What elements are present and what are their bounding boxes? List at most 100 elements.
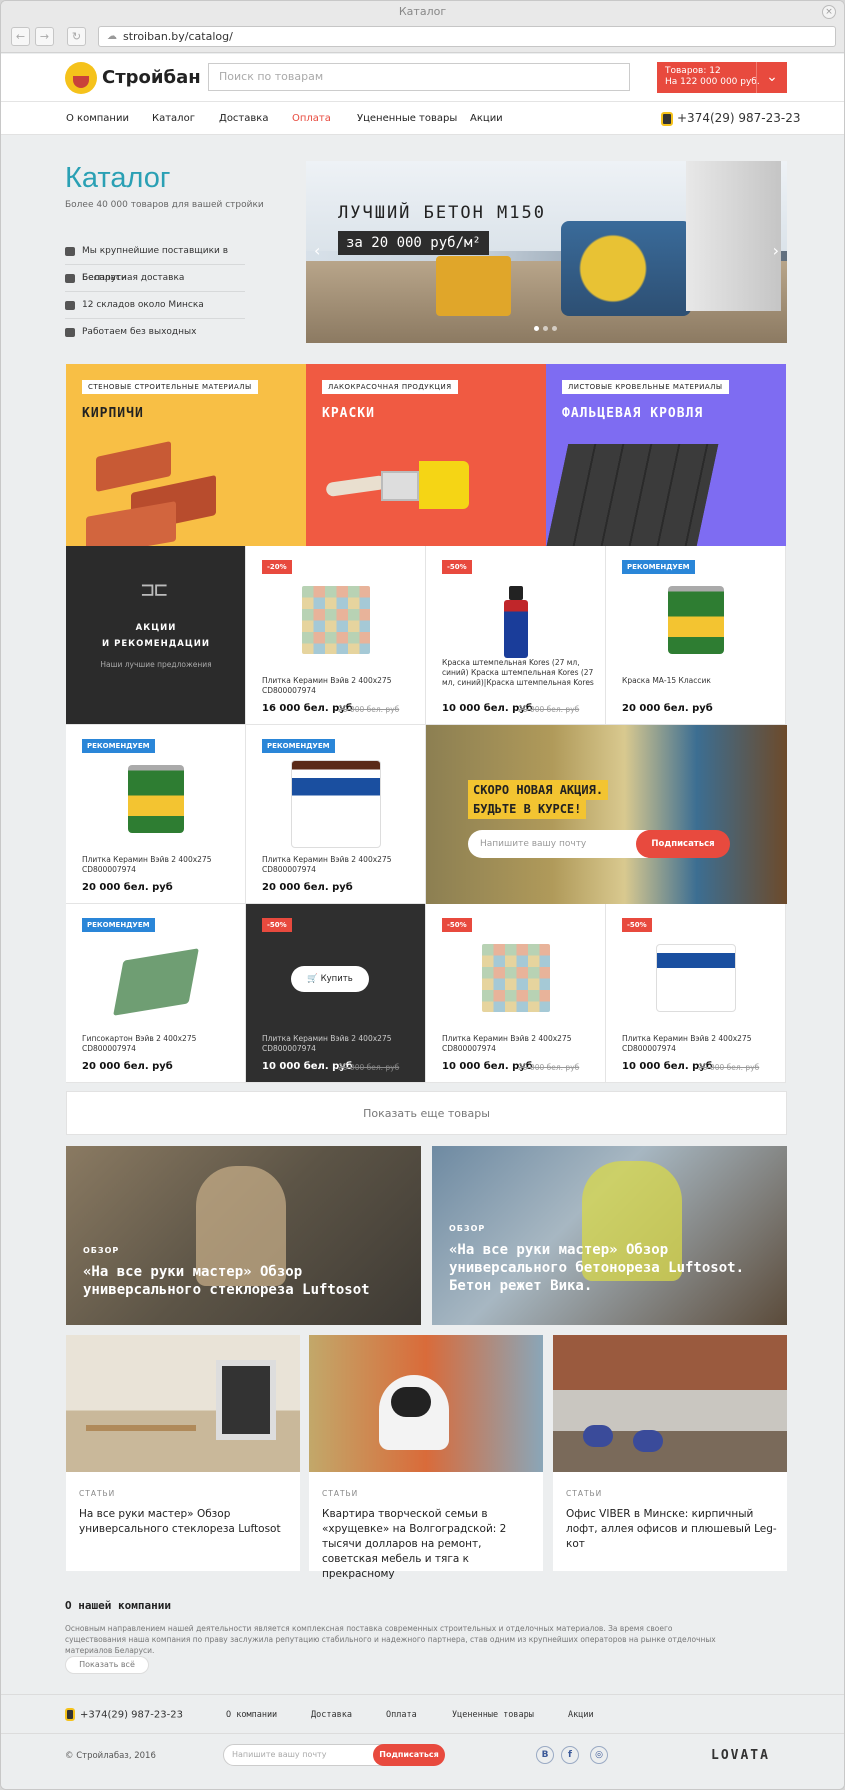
window-titlebar: Каталог × <box>1 1 844 23</box>
footer-email-input[interactable]: Напишите вашу почту <box>223 1744 383 1766</box>
address-bar[interactable]: ☁ stroiban.by/catalog/ <box>98 26 836 47</box>
product-card[interactable]: -50% 🛒 Купить Плитка Керамин Вэйв 2 400х… <box>246 904 426 1083</box>
subscribe-email-input[interactable]: Напишите вашу почту <box>468 830 648 858</box>
footer-menu-discounted[interactable]: Уцененные товары <box>452 1710 534 1720</box>
footer-menu-promotions[interactable]: Акции <box>568 1710 594 1720</box>
category-tile-bricks[interactable]: СТЕНОВЫЕ СТРОИТЕЛЬНЫЕ МАТЕРИАЛЫ КИРПИЧИ <box>66 364 306 546</box>
feature-item: Бесплатная доставка <box>65 265 245 292</box>
category-title: КРАСКИ <box>322 406 375 421</box>
product-name: Плитка Керамин Вэйв 2 400х275 CD80000797… <box>262 855 392 874</box>
tile-product-image <box>301 586 370 654</box>
article-card[interactable]: СТАТЬИ Офис VIBER в Минске: кирпичный ло… <box>553 1335 787 1571</box>
category-tile-roofing[interactable]: ЛИСТОВЫЕ КРОВЕЛЬНЫЕ МАТЕРИАЛЫ ФАЛЬЦЕВАЯ … <box>546 364 786 546</box>
page-title: Каталог <box>65 162 171 194</box>
search-input[interactable]: Поиск по товарам <box>208 63 630 91</box>
menu-item-about[interactable]: О компании <box>66 113 129 124</box>
review-card[interactable]: ОБЗОР «На все руки мастер» Обзор универс… <box>66 1146 421 1325</box>
header-phone[interactable]: +374(29) 987-23-23 <box>661 111 801 126</box>
bricks-image <box>86 439 216 546</box>
product-card[interactable]: РЕКОМЕНДУЕМ Плитка Керамин Вэйв 2 400х27… <box>66 725 246 904</box>
article-category: СТАТЬИ <box>566 1489 603 1498</box>
roof-tiles-image <box>546 444 719 546</box>
product-old-price: 20 000 бел. руб <box>518 705 580 714</box>
instagram-icon[interactable]: ◎ <box>590 1746 608 1764</box>
discount-badge: -50% <box>622 918 652 932</box>
buy-label: Купить <box>320 974 353 984</box>
article-card[interactable]: СТАТЬИ Квартира творческой семьи в «хрущ… <box>309 1335 543 1580</box>
back-arrow-icon[interactable]: ← <box>11 27 30 46</box>
url-text: stroiban.by/catalog/ <box>123 30 233 43</box>
page-subtitle: Более 40 000 товаров для вашей стройки <box>65 200 264 210</box>
footer-phone-number: +374(29) 987-23-23 <box>80 1709 183 1721</box>
footer-menu-payment[interactable]: Оплата <box>386 1710 417 1720</box>
product-price: 20 000 бел. руб <box>82 1061 173 1072</box>
article-card[interactable]: СТАТЬИ На все руки мастер» Обзор универс… <box>66 1335 300 1571</box>
product-card[interactable]: -50% Плитка Керамин Вэйв 2 400х275 CD800… <box>606 904 786 1083</box>
main-menu: О компании Каталог Доставка Оплата Уцене… <box>1 102 844 135</box>
product-card[interactable]: РЕКОМЕНДУЕМ Краска МА-15 Классик 20 000 … <box>606 546 786 725</box>
product-card[interactable]: РЕКОМЕНДУЕМ Гипсокартон Вэйв 2 400х275 C… <box>66 904 246 1083</box>
menu-item-delivery[interactable]: Доставка <box>219 113 268 124</box>
reload-icon[interactable]: ↻ <box>67 27 86 46</box>
slider-dot[interactable] <box>534 326 539 331</box>
page-content: Стройбан Поиск по товарам Товаров: 12 На… <box>1 54 844 1789</box>
chevron-left-icon[interactable]: ‹ <box>314 241 320 260</box>
phone-icon <box>65 1708 75 1721</box>
discount-badge: -50% <box>442 560 472 574</box>
chevron-down-icon[interactable]: ⌄ <box>756 62 787 93</box>
article-image <box>309 1335 543 1472</box>
subscribe-button[interactable]: Подписаться <box>636 830 730 858</box>
logo-text[interactable]: Стройбан <box>102 67 201 88</box>
promo-subtitle: Наши лучшие предложения <box>100 660 212 669</box>
footer-subscribe-button[interactable]: Подписаться <box>373 1744 445 1766</box>
product-card[interactable]: -20% Плитка Керамин Вэйв 2 400х275 CD800… <box>246 546 426 725</box>
window-title: Каталог <box>398 5 447 18</box>
concrete-truck-image <box>561 221 691 316</box>
menu-item-discounted[interactable]: Уцененные товары <box>357 113 457 124</box>
footer-menu-delivery[interactable]: Доставка <box>311 1710 352 1720</box>
menu-item-promotions[interactable]: Акции <box>470 113 503 124</box>
review-title: «На все руки мастер» Обзор универсальног… <box>449 1242 745 1294</box>
chevron-right-icon[interactable]: › <box>773 241 779 260</box>
show-all-button[interactable]: Показать всё <box>65 1656 149 1674</box>
review-card[interactable]: ОБЗОР «На все руки мастер» Обзор универс… <box>432 1146 787 1325</box>
facebook-icon[interactable]: f <box>561 1746 579 1764</box>
product-card[interactable]: РЕКОМЕНДУЕМ Плитка Керамин Вэйв 2 400х27… <box>246 725 426 904</box>
lovata-logo[interactable]: LOVATA <box>711 1748 770 1763</box>
feature-label: 12 складов около Минска <box>82 300 204 310</box>
logo-icon[interactable] <box>65 62 97 94</box>
category-tag: ЛИСТОВЫЕ КРОВЕЛЬНЫЕ МАТЕРИАЛЫ <box>562 380 729 394</box>
cart-button[interactable]: Товаров: 12 На 122 000 000 руб. ⌄ <box>657 62 787 93</box>
phone-icon <box>661 111 673 126</box>
product-name: Плитка Керамин Вэйв 2 400х275 CD80000797… <box>622 1034 752 1053</box>
review-label: ОБЗОР <box>83 1246 120 1255</box>
menu-item-payment[interactable]: Оплата <box>292 113 331 124</box>
hero-banner[interactable]: ЛУЧШИЙ БЕТОН М150 за 20 000 руб/м² ‹ › <box>306 161 787 343</box>
recommended-badge: РЕКОМЕНДУЕМ <box>622 560 695 574</box>
article-image <box>66 1335 300 1472</box>
vk-icon[interactable]: В <box>536 1746 554 1764</box>
product-card[interactable]: -50% Плитка Керамин Вэйв 2 400х275 CD800… <box>426 904 606 1083</box>
tile-product-image <box>481 944 550 1012</box>
footer-phone[interactable]: +374(29) 987-23-23 <box>65 1708 183 1721</box>
menu-item-catalog[interactable]: Каталог <box>152 113 195 124</box>
forward-arrow-icon[interactable]: → <box>35 27 54 46</box>
slider-dot[interactable] <box>543 326 548 331</box>
product-card[interactable]: -50% Краска штемпельная Kores (27 мл, си… <box>426 546 606 725</box>
category-tag: ЛАКОКРАСОЧНАЯ ПРОДУКЦИЯ <box>322 380 458 394</box>
product-name: Краска штемпельная Kores (27 мл, синий) … <box>442 658 594 687</box>
feature-item: 12 складов около Минска <box>65 292 245 319</box>
feature-item: Мы крупнейшие поставщики в Беларуси <box>65 238 245 283</box>
close-icon[interactable]: × <box>822 5 836 19</box>
buy-button[interactable]: 🛒 Купить <box>291 966 369 992</box>
warehouse-icon <box>65 301 75 310</box>
promo-tile[interactable]: ⊐⊏ АКЦИИ И РЕКОМЕНДАЦИИ Наши лучшие пред… <box>66 546 246 725</box>
product-price: 20 000 бел. руб <box>82 882 173 893</box>
excavator-image <box>436 256 511 316</box>
category-tag: СТЕНОВЫЕ СТРОИТЕЛЬНЫЕ МАТЕРИАЛЫ <box>82 380 258 394</box>
slider-dot[interactable] <box>552 326 557 331</box>
product-price: 20 000 бел. руб <box>622 703 713 714</box>
show-more-button[interactable]: Показать еще товары <box>66 1091 787 1135</box>
category-tile-paints[interactable]: ЛАКОКРАСОЧНАЯ ПРОДУКЦИЯ КРАСКИ <box>306 364 546 546</box>
footer-menu-about[interactable]: О компании <box>226 1710 277 1720</box>
